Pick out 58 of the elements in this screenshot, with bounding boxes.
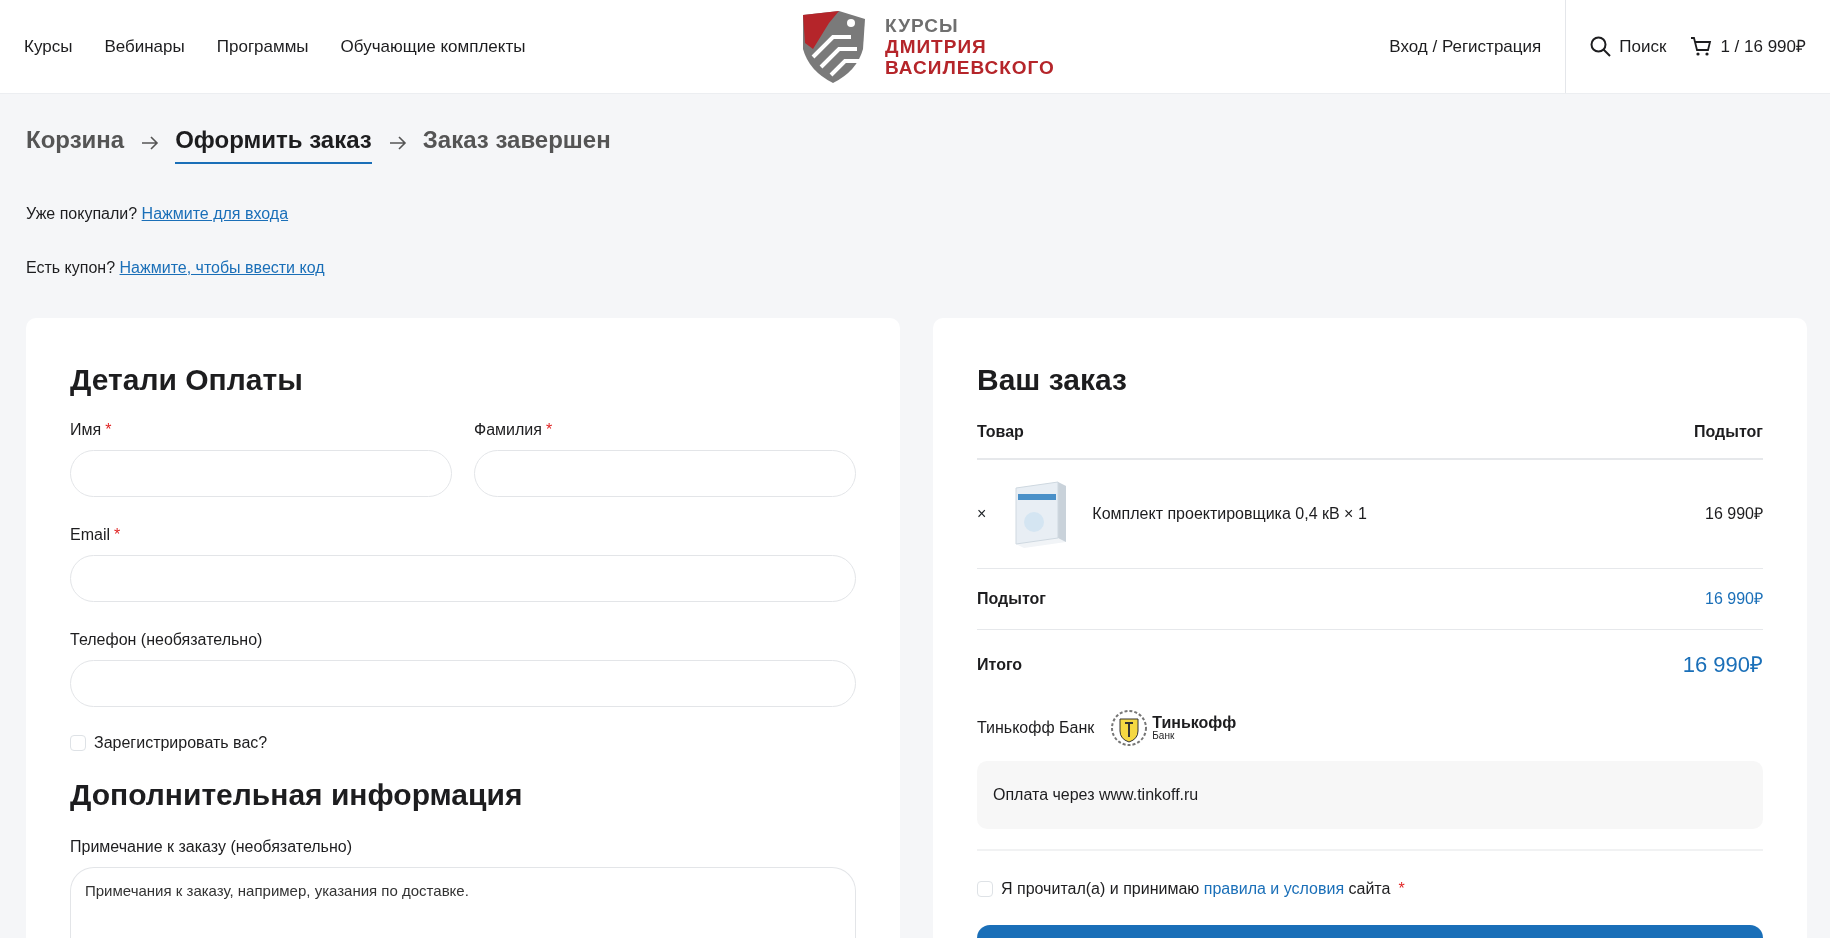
terms-link[interactable]: правила и условия (1203, 880, 1345, 897)
nav-link[interactable]: Вебинары (104, 33, 185, 60)
arrow-right-icon (387, 134, 407, 152)
cart-icon (1690, 36, 1713, 57)
required-mark: * (114, 525, 121, 545)
field-label: Телефон (необязательно) (70, 630, 263, 650)
notice-text: Есть купон? Нажмите, чтобы ввести код (26, 258, 326, 278)
logo-text: КУРСЫ (885, 14, 960, 36)
total-label: Итого (977, 654, 1023, 675)
column-header: Подытог (1694, 422, 1763, 442)
arrow-right-icon (140, 134, 160, 152)
search-icon (1590, 36, 1612, 57)
logo-text: ВАСИЛЕВСКОГО (885, 57, 1055, 79)
field-label: Фамилия (474, 420, 542, 440)
input-field[interactable] (70, 450, 452, 497)
checkbox-label: Зарегистрировать вас? (94, 733, 268, 753)
checkout-step[interactable]: Корзина (26, 122, 125, 164)
required-mark: * (1398, 879, 1405, 899)
notes-field[interactable]: Примечания к заказу, например, указания по доставке. (70, 867, 856, 938)
site-logo[interactable]: КУРСЫ ДМИТРИЯ ВАСИЛЕВСКОГО (799, 8, 1055, 85)
checkbox[interactable] (70, 735, 86, 751)
nav-link[interactable]: Обучающие комплекты (340, 33, 526, 60)
total-value: 16 990₽ (1682, 651, 1763, 679)
input-field[interactable] (474, 450, 856, 497)
search-link[interactable]: Поиск (1590, 33, 1667, 60)
required-mark: * (105, 420, 112, 440)
remove-link[interactable]: × (977, 502, 987, 526)
product-name: Комплект проектировщика 0,4 кВ × 1 (1092, 504, 1367, 524)
field-label: Имя (70, 420, 102, 440)
notice-link[interactable]: Нажмите для входа (141, 205, 289, 222)
field-label: Email (70, 525, 110, 545)
section-title: Ваш заказ (977, 362, 1128, 398)
payment-method-name: Тинькофф Банк (977, 718, 1095, 738)
checkout-step[interactable]: Заказ завершен (422, 122, 611, 164)
notice-text: Уже покупали? Нажмите для входа (26, 204, 290, 224)
nav-link[interactable]: Программы (216, 33, 309, 60)
place-order-button[interactable] (977, 925, 1763, 938)
subtotal-label: Подытог (977, 589, 1046, 609)
input-field[interactable] (70, 660, 856, 707)
terms-text: Я прочитал(а) и принимаю правила и условия сайта (1001, 879, 1391, 899)
cart-link[interactable]: 1 / 16 990₽ (1690, 33, 1806, 60)
logo-text: ДМИТРИЯ (885, 35, 988, 58)
checkbox[interactable] (977, 881, 993, 897)
checkout-step[interactable]: Оформить заказ (175, 122, 372, 164)
product-price: 16 990₽ (1705, 504, 1763, 524)
payment-description: Оплата через www.tinkoff.ru (977, 761, 1763, 829)
notice-link[interactable]: Нажмите, чтобы ввести код (119, 259, 325, 276)
field-label: Примечание к заказу (необязательно) (70, 837, 353, 857)
section-title: Детали Оплаты (70, 362, 304, 398)
nav-link[interactable]: Курсы (24, 33, 73, 60)
input-field[interactable] (70, 555, 856, 602)
section-title: Дополнительная информация (70, 777, 524, 813)
required-mark: * (545, 420, 553, 440)
bank-logo: Тинькофф Банк (1110, 709, 1237, 747)
column-header: Товар (977, 422, 1024, 442)
subtotal-value: 16 990₽ (1705, 589, 1763, 609)
login-link[interactable]: Вход / Регистрация (1389, 33, 1542, 60)
bank-emblem-icon (1110, 709, 1149, 747)
